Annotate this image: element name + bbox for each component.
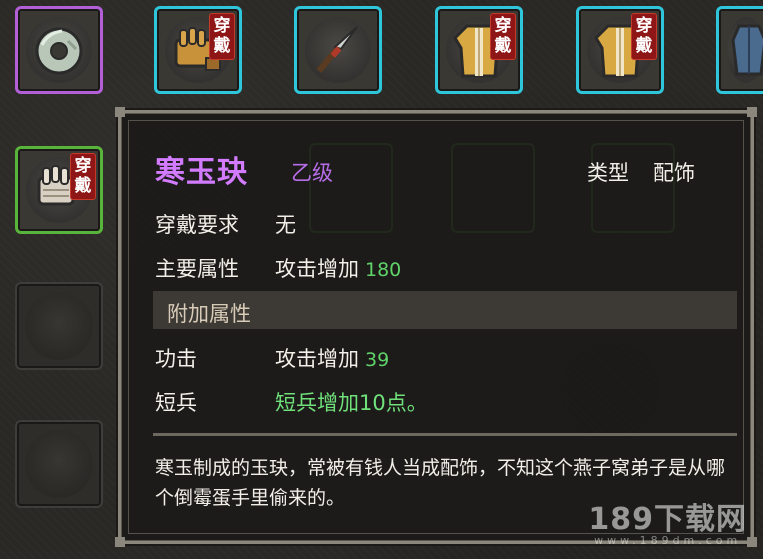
equipped-badge: 穿戴 [70, 153, 96, 200]
watermark-sub: www.189dm.com [594, 534, 742, 547]
inventory-slot-empty[interactable] [15, 282, 103, 370]
tooltip-corner [115, 537, 125, 547]
extra-attribute-label: 短兵 [155, 391, 197, 415]
inventory-slot-empty[interactable] [15, 420, 103, 508]
item-name: 寒玉玦 [155, 155, 248, 190]
tooltip-corner [115, 107, 125, 117]
main-attribute-number: 180 [365, 259, 402, 281]
main-attribute-text: 攻击增加 [275, 257, 359, 281]
requirement-value: 无 [275, 213, 296, 237]
tooltip-corner [747, 537, 757, 547]
spear-head-icon [316, 26, 358, 73]
inventory-slot-robe-armor-1[interactable]: 穿戴 [435, 6, 523, 94]
tooltip-corner [747, 107, 757, 117]
main-attribute-label: 主要属性 [155, 257, 239, 281]
extra-attribute-value: 短兵增加10点。 [275, 391, 428, 415]
extra-attributes-header: 附加属性 [153, 291, 737, 329]
extra-attributes-title: 附加属性 [167, 302, 251, 326]
equipped-badge: 穿戴 [490, 13, 516, 60]
extra-attribute-number: 39 [365, 349, 390, 371]
extra-attribute-text: 攻击增加 [275, 347, 359, 371]
requirement-label: 穿戴要求 [155, 213, 239, 237]
main-attribute-value: 攻击增加 180 [275, 253, 401, 283]
item-tooltip: 寒玉玦 乙级 类型 配饰 穿戴要求 无 主要属性 攻击增加 180 附加属性 功击… [115, 107, 757, 547]
site-watermark: 189下载网 www.189dm.com [588, 494, 747, 547]
inventory-slot-blue-armor[interactable] [716, 6, 763, 94]
slot-inner [25, 292, 93, 360]
item-type-value: 配饰 [653, 161, 695, 185]
inventory-slot-cloth-gloves[interactable]: 穿戴 [15, 146, 103, 234]
tooltip-divider [153, 433, 737, 436]
background-slot-ghost [451, 143, 535, 233]
item-grade: 乙级 [291, 161, 333, 185]
extra-attribute-label: 功击 [155, 347, 197, 371]
inventory-slot-spear-head[interactable] [294, 6, 382, 94]
watermark-main: 189下载网 [588, 502, 747, 537]
equipped-badge: 穿戴 [631, 13, 657, 60]
inventory-slot-robe-armor-2[interactable]: 穿戴 [576, 6, 664, 94]
inventory-slot-leather-gloves[interactable]: 穿戴 [154, 6, 242, 94]
inventory-slot-jade-ring[interactable] [15, 6, 103, 94]
slot-inner [25, 430, 93, 498]
item-type-label: 类型 [587, 161, 629, 185]
extra-attribute-value: 攻击增加 39 [275, 343, 389, 373]
jade-ring-icon [35, 27, 83, 75]
blue-armor-icon [731, 24, 763, 76]
equipped-badge: 穿戴 [209, 13, 235, 60]
